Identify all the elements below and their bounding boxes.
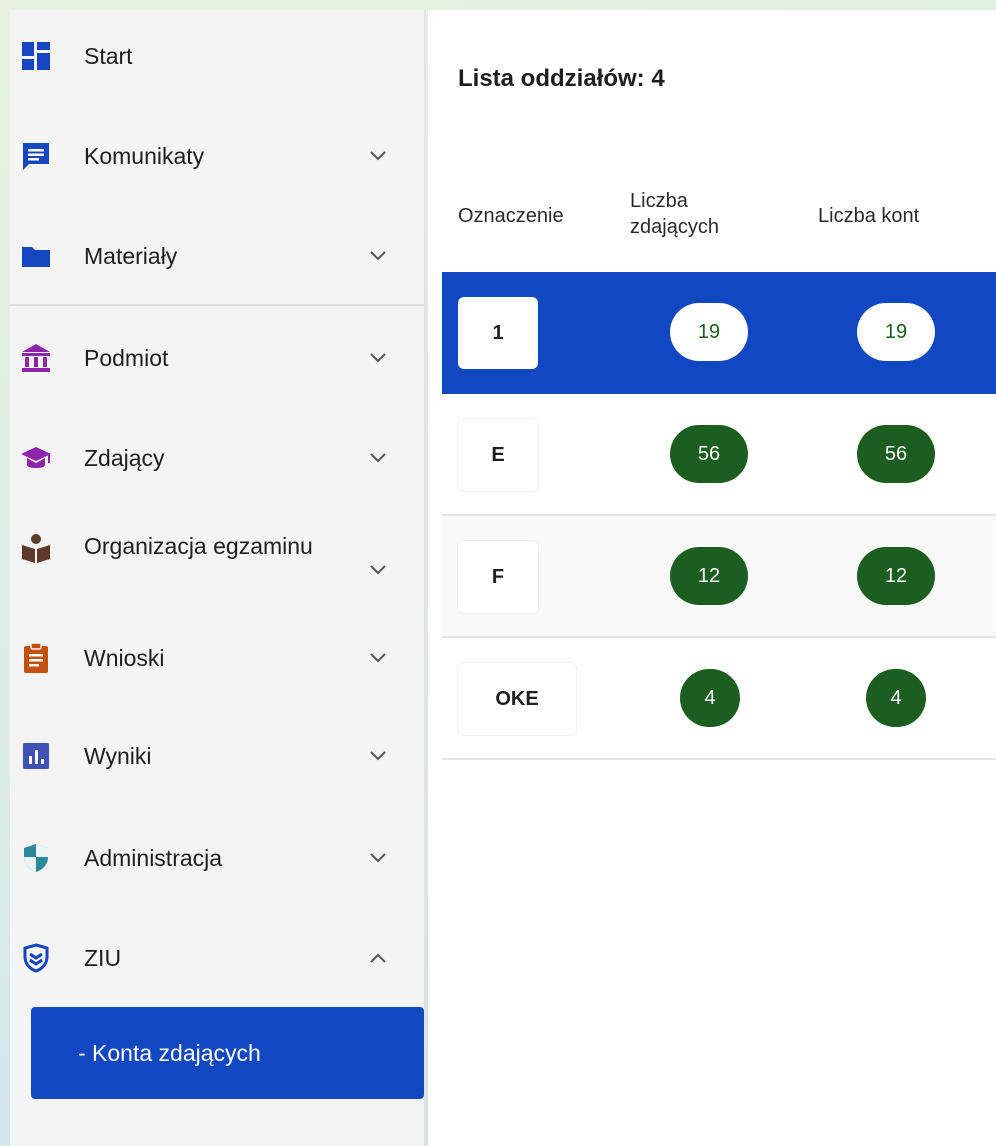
sidebar-item-label: Zdający [84, 445, 165, 471]
sidebar-item-ziu[interactable]: ZIU [10, 928, 426, 988]
sidebar-subitem-label: - Konta zdających [78, 1039, 261, 1066]
row-label: 1 [458, 297, 538, 369]
row-label: E [458, 419, 538, 491]
row-label: OKE [458, 663, 576, 735]
main-panel: Lista oddziałów: 4 Oznaczenie Liczba zda… [428, 10, 996, 1146]
table-row[interactable]: OKE 4 4 [442, 638, 996, 760]
sidebar-item-label: Materiały [84, 243, 178, 269]
sidebar-item-podmiot[interactable]: Podmiot [10, 328, 426, 388]
students-count-badge: 56 [670, 425, 748, 483]
graduation-cap-icon [20, 442, 52, 474]
chevron-down-icon[interactable] [366, 144, 390, 168]
table-row[interactable]: F 12 12 [442, 516, 996, 638]
sidebar-subitem-konta-zdajacych[interactable]: - Konta zdających [31, 1007, 424, 1099]
chevron-down-icon[interactable] [366, 558, 390, 582]
sidebar-item-komunikaty[interactable]: Komunikaty [10, 126, 426, 186]
students-count-badge: 12 [670, 547, 748, 605]
sidebar-item-wnioski[interactable]: Wnioski [10, 628, 426, 688]
column-header-accounts: Liczba kont [818, 205, 920, 227]
sidebar-item-label: Administracja [84, 845, 223, 871]
sidebar-divider [10, 304, 426, 306]
table-row[interactable]: E 56 56 [442, 394, 996, 516]
institution-icon [20, 342, 52, 374]
chevron-up-icon[interactable] [366, 946, 390, 970]
chevron-down-icon[interactable] [366, 646, 390, 670]
row-label: F [458, 541, 538, 613]
accounts-count-badge: 12 [857, 547, 935, 605]
sidebar-item-materialy[interactable]: Materiały [10, 226, 426, 286]
reader-icon [20, 532, 52, 564]
sidebar-item-wyniki[interactable]: Wyniki [10, 726, 426, 786]
sidebar-item-organizacja-egzaminu[interactable]: Organizacja egzaminu [10, 528, 426, 612]
dashboard-icon [20, 40, 52, 72]
sidebar-item-label: Podmiot [84, 345, 169, 371]
chevron-down-icon[interactable] [366, 244, 390, 268]
column-header-students: Liczba zdających [630, 190, 719, 238]
folder-icon [20, 240, 52, 272]
column-header-label: Oznaczenie [458, 205, 564, 227]
page-title: Lista oddziałów: 4 [458, 65, 665, 92]
bar-chart-icon [20, 740, 52, 772]
sidebar-item-zdajacy[interactable]: Zdający [10, 428, 426, 488]
chevron-down-icon[interactable] [366, 346, 390, 370]
sidebar: Start Komunikaty Materiały Podmiot Zdają… [10, 10, 426, 1146]
verified-shield-icon [20, 942, 52, 974]
students-count-badge: 4 [680, 669, 740, 727]
sidebar-item-label: Wyniki [84, 743, 152, 769]
table-row[interactable]: 1 19 19 [442, 272, 996, 394]
sidebar-item-label: Organizacja egzaminu [84, 533, 313, 559]
message-icon [20, 140, 52, 172]
sidebar-item-label: ZIU [84, 945, 122, 971]
clipboard-icon [20, 642, 52, 674]
chevron-down-icon[interactable] [366, 846, 390, 870]
accounts-count-badge: 4 [866, 669, 926, 727]
sidebar-item-administracja[interactable]: Administracja [10, 828, 426, 888]
shield-icon [20, 842, 52, 874]
sidebar-item-start[interactable]: Start [10, 26, 426, 86]
sidebar-item-label: Wnioski [84, 645, 165, 671]
accounts-count-badge: 19 [857, 303, 935, 361]
chevron-down-icon[interactable] [366, 446, 390, 470]
sidebar-item-label: Komunikaty [84, 143, 205, 169]
students-count-badge: 19 [670, 303, 748, 361]
sidebar-item-label: Start [84, 43, 133, 69]
chevron-down-icon[interactable] [366, 744, 390, 768]
accounts-count-badge: 56 [857, 425, 935, 483]
